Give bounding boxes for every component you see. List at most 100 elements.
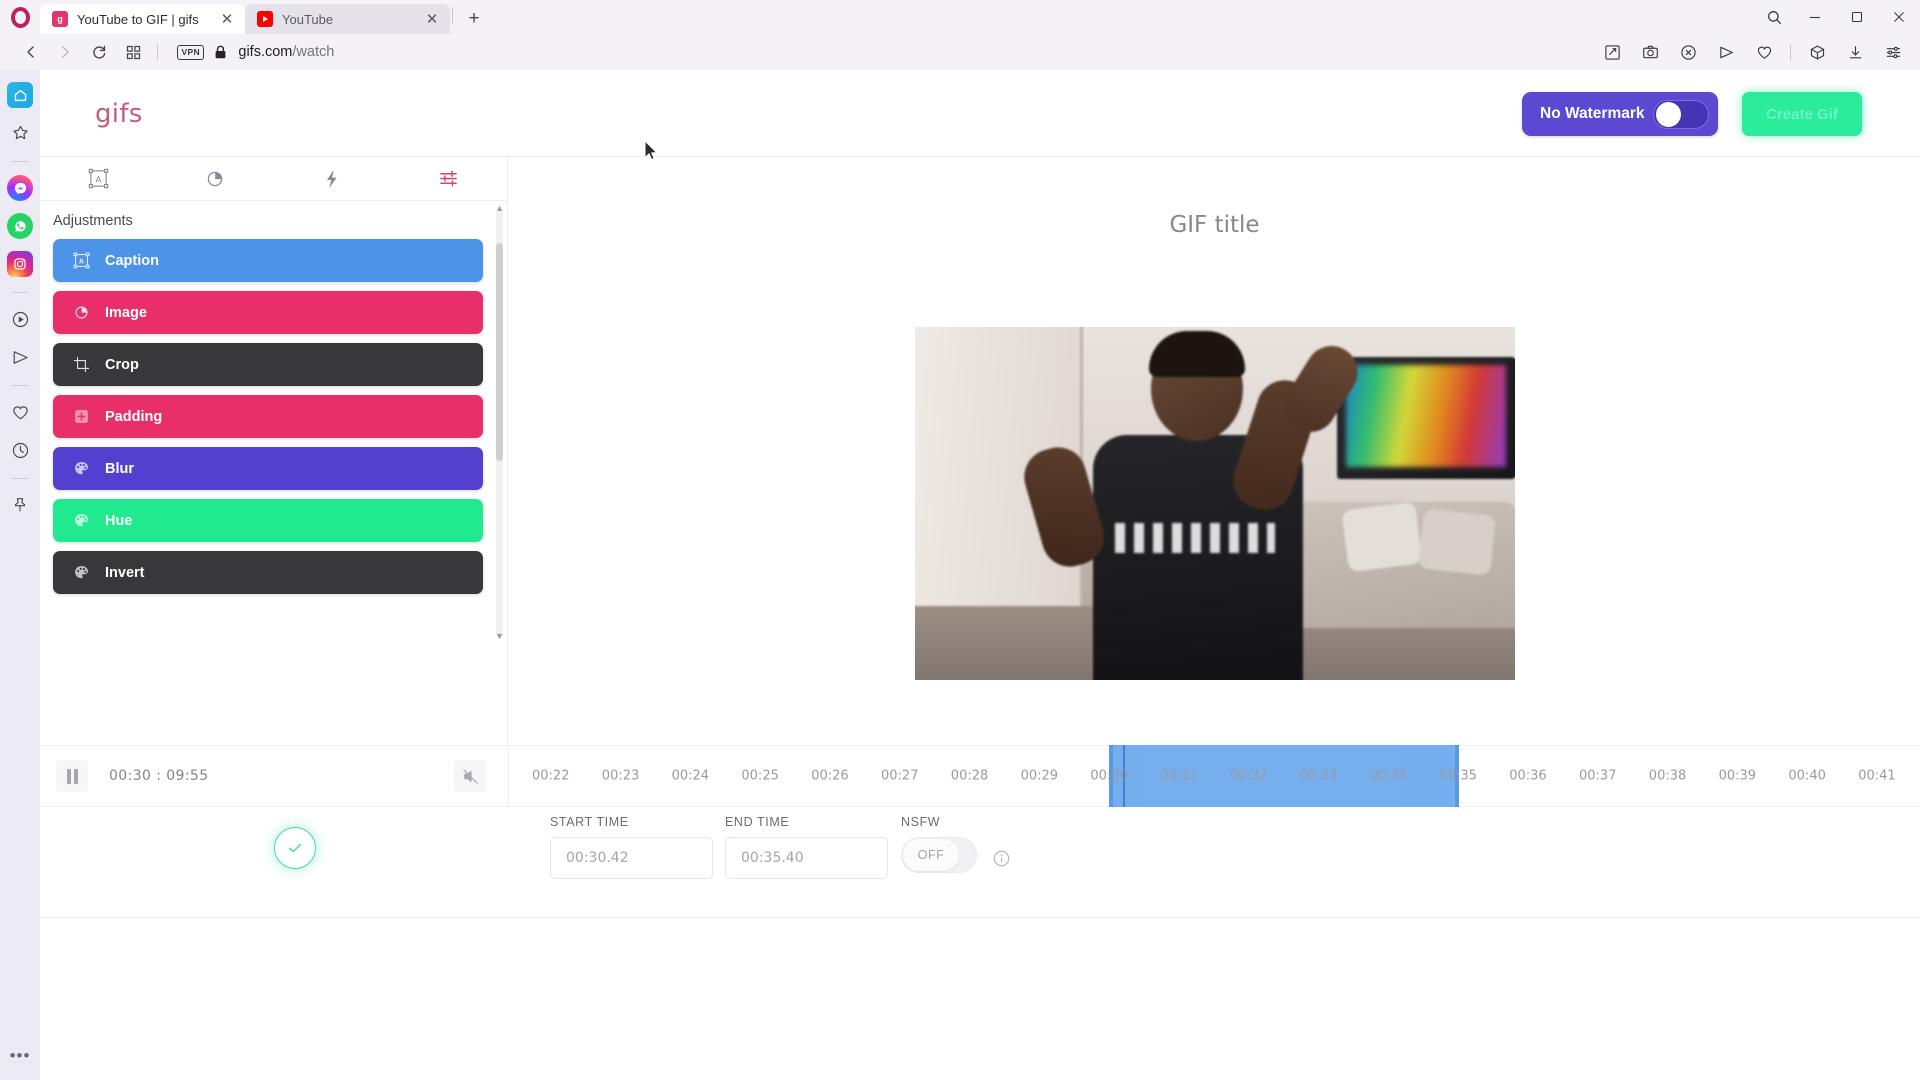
player-icon[interactable] (7, 306, 33, 332)
toolbar-divider (1790, 43, 1791, 61)
pin-page-icon[interactable] (1598, 38, 1626, 66)
tab-title: YouTube to GIF | gifs (77, 11, 199, 27)
youtube-favicon-icon (257, 11, 273, 27)
start-time-field: START TIME 00:30.42 (550, 815, 713, 879)
snapshot-icon[interactable] (1636, 38, 1664, 66)
info-icon[interactable] (992, 849, 1011, 873)
sidebar-menu-button[interactable]: ••• (0, 1046, 40, 1066)
editor-panel: A Adjustments A Caption Image Crop Paddi… (40, 157, 508, 745)
messenger-icon[interactable] (7, 175, 33, 201)
watermark-switch[interactable] (1653, 99, 1709, 129)
gifs-logo[interactable]: gifs (95, 99, 143, 129)
nsfw-field: NSFW OFF (901, 815, 977, 873)
opera-sidebar: ••• (0, 70, 40, 1080)
adjustments-panel: Adjustments A Caption Image Crop Padding… (40, 201, 507, 645)
search-icon[interactable] (1754, 2, 1794, 32)
new-tab-button[interactable]: + (461, 6, 487, 32)
home-icon[interactable] (7, 82, 33, 108)
heart-icon[interactable] (1750, 38, 1778, 66)
url-text[interactable]: gifs.com/watch (238, 44, 334, 60)
tab-grid-icon[interactable] (116, 37, 150, 67)
tab-adjustments[interactable] (390, 157, 507, 201)
tab-title: YouTube (282, 11, 334, 27)
send-icon[interactable] (1712, 38, 1740, 66)
chevron-up-icon[interactable]: ▲ (495, 203, 504, 213)
telegram-icon[interactable] (7, 344, 33, 370)
adjustment-label: Blur (105, 460, 134, 477)
adjustment-row-blur[interactable]: Blur (53, 447, 483, 490)
minimize-button[interactable] (1794, 2, 1836, 32)
palette-icon (71, 563, 91, 583)
timeline-tick: 00:39 (1718, 768, 1757, 784)
ad-block-icon[interactable] (1674, 38, 1702, 66)
opera-logo-icon (0, 0, 40, 34)
timeline-scrubber[interactable]: 00:22 00:23 00:24 00:25 00:26 00:27 00:28 00:29… (509, 745, 1920, 807)
panel-scrollbar[interactable] (496, 209, 503, 637)
create-gif-button[interactable]: Create Gif (1742, 92, 1862, 136)
pin-icon[interactable] (7, 492, 33, 518)
preview-area: GIF title (509, 157, 1920, 745)
panel-scrollbar-thumb[interactable] (496, 243, 503, 461)
toolbar-divider (157, 43, 158, 61)
adjustment-row-invert[interactable]: Invert (53, 551, 483, 594)
tab-effects[interactable] (274, 157, 391, 201)
nsfw-label: NSFW (901, 815, 941, 829)
timeline-tick: 00:40 (1788, 768, 1826, 784)
close-icon[interactable]: ✕ (422, 9, 442, 29)
star-icon[interactable] (7, 120, 33, 146)
maximize-button[interactable] (1836, 2, 1878, 32)
downloads-icon[interactable] (1841, 38, 1869, 66)
nsfw-toggle-state: OFF (903, 839, 959, 871)
adjustment-label: Hue (105, 512, 133, 529)
gifs-app: gifs No Watermark Create Gif A Adjustmen… (40, 70, 1920, 1080)
palette-icon (71, 511, 91, 531)
crypto-wallet-icon[interactable] (1803, 38, 1831, 66)
sidebar-divider (12, 385, 28, 386)
whatsapp-icon[interactable] (7, 213, 33, 239)
close-icon[interactable]: ✕ (217, 9, 237, 29)
vpn-badge[interactable]: VPN (177, 44, 205, 60)
adjustment-row-image[interactable]: Image (53, 291, 483, 334)
check-circle-icon[interactable] (274, 827, 316, 869)
instagram-icon[interactable] (7, 251, 33, 277)
palette-icon (71, 459, 91, 479)
browser-tab-youtube[interactable]: YouTube ✕ (245, 4, 450, 34)
timeline-tick: 00:23 (601, 768, 640, 784)
tab-caption[interactable]: A (40, 157, 157, 201)
end-time-label: END TIME (725, 815, 790, 829)
timeline-row: 00:30 : 09:55 00:22 00:23 00:24 00:25 00:26 0… (40, 745, 1920, 807)
reload-icon[interactable] (82, 37, 116, 67)
browser-chrome: g YouTube to GIF | gifs ✕ YouTube ✕ + VP… (0, 0, 1920, 70)
mute-button[interactable] (454, 760, 486, 792)
adjustment-row-hue[interactable]: Hue (53, 499, 483, 542)
timeline-tick: 00:27 (881, 768, 919, 784)
history-icon[interactable] (7, 437, 33, 463)
no-watermark-toggle[interactable]: No Watermark (1522, 92, 1718, 136)
adjustment-label: Invert (105, 564, 145, 581)
gif-title[interactable]: GIF title (509, 212, 1920, 238)
timeline-tick: 00:30 (1090, 768, 1128, 784)
browser-tab-gifs[interactable]: g YouTube to GIF | gifs ✕ (40, 4, 245, 34)
easy-setup-icon[interactable] (1879, 38, 1907, 66)
adjustment-row-caption[interactable]: A Caption (53, 239, 483, 282)
svg-text:A: A (78, 257, 84, 266)
end-time-input[interactable]: 00:35.40 (725, 837, 888, 879)
timeline-tick: 00:26 (811, 768, 849, 784)
crop-icon (71, 355, 91, 375)
heart-icon[interactable] (7, 399, 33, 425)
mouse-cursor (644, 139, 659, 167)
back-icon[interactable] (14, 37, 48, 67)
adjustment-row-crop[interactable]: Crop (53, 343, 483, 386)
tab-image[interactable] (157, 157, 274, 201)
chevron-down-icon[interactable]: ▼ (495, 631, 504, 641)
video-preview[interactable] (914, 327, 1515, 680)
sidebar-divider (12, 292, 28, 293)
start-time-input[interactable]: 00:30.42 (550, 837, 713, 879)
close-window-button[interactable] (1878, 2, 1920, 32)
nsfw-toggle[interactable]: OFF (901, 837, 977, 873)
url-bar[interactable]: VPN gifs.com/watch (177, 44, 1593, 60)
app-header: gifs No Watermark Create Gif (40, 70, 1920, 157)
lock-icon[interactable] (214, 45, 227, 59)
adjustment-row-padding[interactable]: Padding (53, 395, 483, 438)
pause-button[interactable] (56, 760, 88, 792)
